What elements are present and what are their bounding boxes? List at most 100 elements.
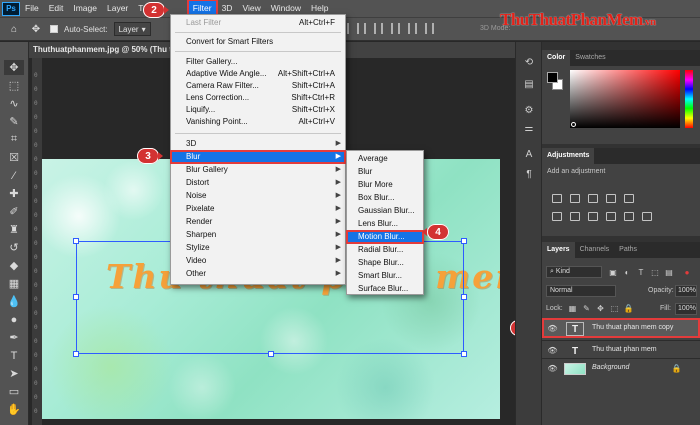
clone-stamp-icon[interactable]: ♜ xyxy=(4,222,24,237)
lasso-tool-icon[interactable]: ∿ xyxy=(4,96,24,111)
lock-artboard-icon[interactable]: ⬚ xyxy=(610,304,619,313)
menu-item-pixelate[interactable]: Pixelate ▶ xyxy=(171,203,345,215)
crop-tool-icon[interactable]: ⌗ xyxy=(4,132,24,147)
align-bottom-icon[interactable] xyxy=(425,23,434,34)
menu-item-convert-smart-filters[interactable]: Convert for Smart Filters xyxy=(171,36,345,48)
menu-item-3d[interactable]: 3D ▶ xyxy=(171,138,345,150)
layer-row[interactable]: 👁 Background 🔒 xyxy=(542,358,700,378)
type-tool-icon[interactable]: T xyxy=(4,348,24,363)
libraries-panel-icon[interactable]: ⚙ xyxy=(522,104,536,116)
badge-arrow xyxy=(422,228,427,236)
transform-handle[interactable] xyxy=(461,238,467,244)
menu-file[interactable]: File xyxy=(20,0,44,17)
auto-select-checkbox[interactable] xyxy=(50,25,58,33)
layer-row[interactable]: 👁 T Thu thuat phan mem xyxy=(542,340,700,360)
align-middle-icon[interactable] xyxy=(408,23,417,34)
lock-transparent-icon[interactable]: ▦ xyxy=(568,304,577,313)
home-icon[interactable]: ⌂ xyxy=(6,21,22,37)
gradient-tool-icon[interactable]: ▦ xyxy=(4,276,24,291)
menu-item-other[interactable]: Other ▶ xyxy=(171,268,345,280)
menu-item-camera-raw[interactable]: Camera Raw Filter... Shift+Ctrl+A xyxy=(171,80,345,92)
eraser-icon[interactable]: ◆ xyxy=(4,258,24,273)
transform-handle[interactable] xyxy=(461,294,467,300)
filter-type-icon[interactable]: T xyxy=(636,267,646,277)
lock-position-icon[interactable]: ✥ xyxy=(596,304,605,313)
paragraph-panel-icon[interactable]: ¶ xyxy=(522,168,536,180)
lock-all-icon[interactable]: 🔒 xyxy=(624,304,634,313)
menu-item-stylize[interactable]: Stylize ▶ xyxy=(171,242,345,254)
menu-item-render[interactable]: Render ▶ xyxy=(171,216,345,228)
opacity-input[interactable]: 100% xyxy=(675,285,697,297)
submenu-item-motion-blur[interactable]: Motion Blur... xyxy=(346,230,424,244)
character-panel-icon[interactable]: A xyxy=(522,148,536,160)
eyedropper-icon[interactable]: ⁄ xyxy=(4,168,24,183)
path-select-icon[interactable]: ➤ xyxy=(4,366,24,381)
frame-tool-icon[interactable]: ☒ xyxy=(4,150,24,165)
filter-pixel-icon[interactable]: ▣ xyxy=(608,267,618,277)
filter-adjustment-icon[interactable]: ◐ xyxy=(622,267,632,277)
menu-item-sharpen[interactable]: Sharpen ▶ xyxy=(171,229,345,241)
menu-item-last-filter[interactable]: Last Filter Alt+Ctrl+F xyxy=(171,17,345,29)
hand-tool-icon[interactable]: ✋ xyxy=(4,402,24,417)
toolbar: ✥ ⬚ ∿ ✎ ⌗ ☒ ⁄ ✚ ✐ ♜ ↺ ◆ ▦ 💧 ● ✒ T ➤ ▭ ✋ xyxy=(0,42,29,425)
menu-item-noise[interactable]: Noise ▶ xyxy=(171,190,345,202)
layer-row[interactable]: 👁 T Thu thuat phan mem copy xyxy=(542,318,700,338)
visibility-eye-icon[interactable]: 👁 xyxy=(547,324,557,333)
submenu-item-surface-blur[interactable]: Surface Blur... xyxy=(347,283,423,295)
auto-select-dropdown[interactable]: Layer ▾ xyxy=(113,22,151,36)
menu-item-distort[interactable]: Distort ▶ xyxy=(171,177,345,189)
align-right-icon[interactable] xyxy=(374,23,383,34)
menu-item-adaptive-wide-angle[interactable]: Adaptive Wide Angle... Alt+Shift+Ctrl+A xyxy=(171,68,345,80)
move-tool-icon[interactable]: ✥ xyxy=(28,21,44,37)
history-panel-icon[interactable]: ⟲ xyxy=(522,56,536,68)
submenu-item-smart-blur[interactable]: Smart Blur... xyxy=(347,270,423,282)
healing-brush-icon[interactable]: ✚ xyxy=(4,186,24,201)
pen-tool-icon[interactable]: ✒ xyxy=(4,330,24,345)
menu-item-blur-gallery[interactable]: Blur Gallery ▶ xyxy=(171,164,345,176)
marquee-tool-icon[interactable]: ⬚ xyxy=(4,78,24,93)
transform-handle[interactable] xyxy=(73,294,79,300)
align-center-icon[interactable] xyxy=(357,23,366,34)
filter-smart-icon[interactable]: ▤ xyxy=(664,267,674,277)
menu-item-filter-gallery[interactable]: Filter Gallery... xyxy=(171,56,345,68)
blur-tool-icon[interactable]: 💧 xyxy=(4,294,24,309)
menu-item-video[interactable]: Video ▶ xyxy=(171,255,345,267)
submenu-item-shape-blur[interactable]: Shape Blur... xyxy=(347,257,423,269)
menu-layer[interactable]: Layer xyxy=(102,0,133,17)
align-top-icon[interactable] xyxy=(391,23,400,34)
visibility-eye-icon[interactable]: 👁 xyxy=(547,364,557,373)
submenu-item-blur-more[interactable]: Blur More xyxy=(347,179,423,191)
transform-handle[interactable] xyxy=(461,351,467,357)
adjust-panel-icon[interactable]: ⚌ xyxy=(522,122,536,134)
submenu-item-radial-blur[interactable]: Radial Blur... xyxy=(347,244,423,256)
move-tool-icon[interactable]: ✥ xyxy=(4,60,24,75)
rectangle-tool-icon[interactable]: ▭ xyxy=(4,384,24,399)
properties-panel-icon[interactable]: ▤ xyxy=(522,78,536,90)
menu-item-lens-correction[interactable]: Lens Correction... Shift+Ctrl+R xyxy=(171,92,345,104)
submenu-item-box-blur[interactable]: Box Blur... xyxy=(347,192,423,204)
transform-handle[interactable] xyxy=(268,351,274,357)
visibility-eye-icon[interactable]: 👁 xyxy=(547,346,557,355)
dodge-tool-icon[interactable]: ● xyxy=(4,312,24,327)
menu-item-blur[interactable]: Blur ▶ xyxy=(170,150,346,164)
submenu-item-blur[interactable]: Blur xyxy=(347,166,423,178)
layer-filter-kind[interactable]: ⌕ Kind xyxy=(546,266,602,278)
menu-item-vanishing-point[interactable]: Vanishing Point... Alt+Ctrl+V xyxy=(171,116,345,128)
filter-shape-icon[interactable]: ⬚ xyxy=(650,267,660,277)
transform-handle[interactable] xyxy=(73,351,79,357)
submenu-item-lens-blur[interactable]: Lens Blur... xyxy=(347,218,423,230)
filter-toggle-icon[interactable]: ● xyxy=(682,267,692,277)
history-brush-icon[interactable]: ↺ xyxy=(4,240,24,255)
blend-mode-dropdown[interactable]: Normal xyxy=(546,285,616,297)
brush-tool-icon[interactable]: ✐ xyxy=(4,204,24,219)
submenu-item-average[interactable]: Average xyxy=(347,153,423,165)
menu-item-liquify[interactable]: Liquify... Shift+Ctrl+X xyxy=(171,104,345,116)
foreground-color-swatch[interactable] xyxy=(547,72,558,83)
lock-image-icon[interactable]: ✎ xyxy=(582,304,591,313)
submenu-item-gaussian-blur[interactable]: Gaussian Blur... xyxy=(347,205,423,217)
transform-handle[interactable] xyxy=(73,238,79,244)
quick-select-icon[interactable]: ✎ xyxy=(4,114,24,129)
fill-input[interactable]: 100% xyxy=(675,303,697,315)
menu-edit[interactable]: Edit xyxy=(44,0,69,17)
menu-image[interactable]: Image xyxy=(68,0,102,17)
